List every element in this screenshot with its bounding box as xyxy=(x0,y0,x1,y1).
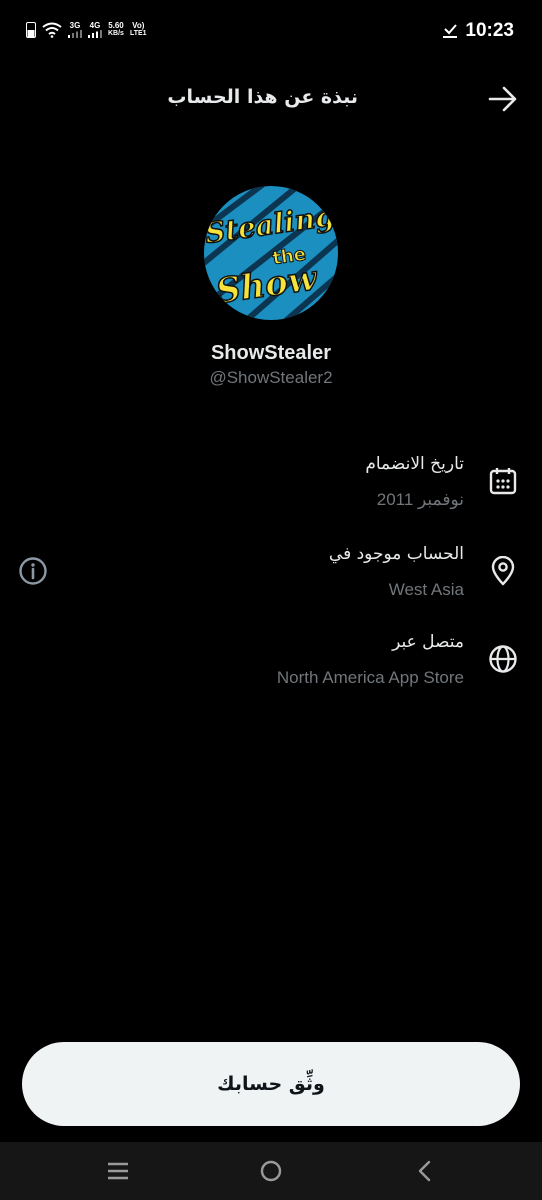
wifi-icon xyxy=(42,22,62,38)
globe-icon xyxy=(489,645,517,673)
detail-value: West Asia xyxy=(388,580,464,599)
network-4g-label: 4G xyxy=(89,21,101,30)
detail-label: متصل عبر xyxy=(392,632,464,652)
status-right: 10:23 xyxy=(443,20,514,42)
network-3g-label: 3G xyxy=(69,21,81,30)
back-arrow-icon[interactable] xyxy=(488,86,518,112)
volte-indicator: Vo) LTE1 xyxy=(130,22,147,38)
detail-label: الحساب موجود في xyxy=(328,544,464,564)
status-bar: 3G 4G 5.60 KB/s Vo) LTE1 10:23 xyxy=(0,0,542,64)
header: نبذة عن هذا الحساب xyxy=(0,76,542,122)
network-3g: 3G xyxy=(68,22,82,38)
detail-value: نوفمبر 2011 xyxy=(376,490,464,509)
volte-bottom: LTE1 xyxy=(129,30,147,37)
recent-apps-icon[interactable] xyxy=(103,1156,133,1186)
verify-account-button[interactable]: وثِّق حسابك xyxy=(22,1042,520,1126)
status-left: 3G 4G 5.60 KB/s Vo) LTE1 xyxy=(26,22,147,38)
back-nav-icon[interactable] xyxy=(410,1156,440,1186)
home-icon[interactable] xyxy=(256,1156,286,1186)
info-icon[interactable] xyxy=(18,556,48,586)
detail-label: تاريخ الانضمام xyxy=(365,454,464,474)
detail-row-joined: تاريخ الانضمام نوفمبر 2011 xyxy=(0,448,542,518)
calendar-icon xyxy=(489,468,517,495)
clock: 10:23 xyxy=(465,20,514,41)
detail-value: North America App Store xyxy=(276,668,464,687)
data-speed: 5.60 KB/s xyxy=(108,22,124,38)
location-pin-icon xyxy=(491,556,515,586)
network-4g: 4G xyxy=(88,22,102,38)
display-name: ShowStealer xyxy=(210,342,332,364)
data-speed-unit: KB/s xyxy=(108,30,124,37)
system-nav-bar xyxy=(0,1142,542,1200)
volte-top: Vo) xyxy=(132,21,145,30)
avatar-image: Stealing the Show xyxy=(204,186,338,320)
data-speed-value: 5.60 xyxy=(108,21,124,30)
verify-account-label: وثِّق حسابك xyxy=(217,1073,325,1095)
avatar[interactable]: Stealing the Show xyxy=(204,186,338,320)
user-handle: @ShowStealer2 xyxy=(209,368,333,387)
page-title: نبذة عن هذا الحساب xyxy=(167,86,358,108)
sim-card-icon xyxy=(26,22,36,38)
check-download-icon xyxy=(443,24,458,38)
detail-row-connected-via: متصل عبر North America App Store xyxy=(0,626,542,696)
signal-3g-icon xyxy=(68,30,82,38)
detail-row-location: الحساب موجود في West Asia xyxy=(0,538,542,608)
signal-4g-icon xyxy=(88,30,102,38)
